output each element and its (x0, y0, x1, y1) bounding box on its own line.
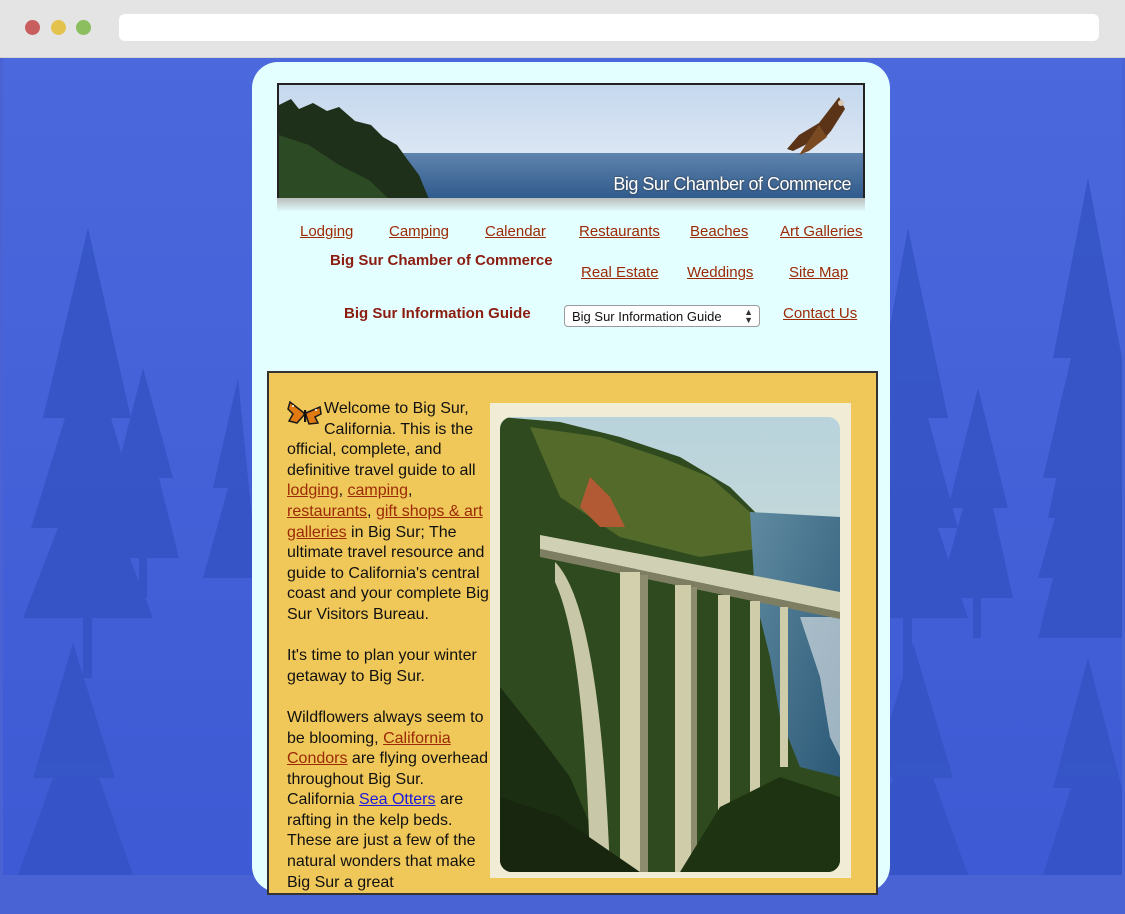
guide-select[interactable]: Big Sur Information Guide ▲ ▼ (564, 305, 760, 327)
maximize-window-button[interactable] (76, 20, 91, 35)
bixby-bridge-photo (500, 417, 840, 872)
chamber-label: Big Sur Chamber of Commerce (330, 252, 553, 269)
guide-label: Big Sur Information Guide (344, 305, 531, 322)
header-banner: Big Sur Chamber of Commerce (277, 83, 865, 201)
winter-paragraph: It's time to plan your winter getaway to… (287, 647, 477, 685)
close-window-button[interactable] (25, 20, 40, 35)
nav-lodging-link[interactable]: Lodging (300, 223, 353, 240)
separator: , (407, 482, 413, 500)
guide-select-value: Big Sur Information Guide (572, 309, 722, 324)
nav-beaches-link[interactable]: Beaches (690, 223, 748, 240)
camping-link[interactable]: camping (348, 482, 408, 499)
separator: , (367, 502, 376, 520)
nav-weddings-link[interactable]: Weddings (687, 264, 753, 281)
address-bar[interactable] (119, 14, 1099, 41)
wildflowers-paragraph: Wildflowers always seem to be blooming, … (287, 708, 492, 893)
nav-calendar-link[interactable]: Calendar (485, 223, 546, 240)
separator: , (338, 482, 348, 500)
nav-contact-us-link[interactable]: Contact Us (783, 305, 857, 322)
nav-real-estate-link[interactable]: Real Estate (581, 264, 659, 281)
nav-art-galleries-link[interactable]: Art Galleries (780, 223, 863, 240)
banner-shadow (277, 198, 865, 212)
intro-paragraph: Welcome to Big Sur, California. This is … (287, 399, 492, 626)
restaurants-link[interactable]: restaurants (287, 503, 367, 520)
intro-text: Welcome to Big Sur, California. This is … (287, 399, 492, 914)
minimize-window-button[interactable] (51, 20, 66, 35)
browser-chrome (0, 0, 1125, 58)
bridge-image (500, 417, 840, 872)
nav-restaurants-link[interactable]: Restaurants (579, 223, 660, 240)
banner-title: Big Sur Chamber of Commerce (613, 174, 851, 194)
nav-site-map-link[interactable]: Site Map (789, 264, 848, 281)
monarch-butterfly-icon (287, 400, 322, 425)
lodging-link[interactable]: lodging (287, 482, 339, 499)
sea-otters-link[interactable]: Sea Otters (359, 791, 435, 808)
nav-camping-link[interactable]: Camping (389, 223, 449, 240)
select-arrows-icon: ▲ ▼ (744, 307, 753, 325)
